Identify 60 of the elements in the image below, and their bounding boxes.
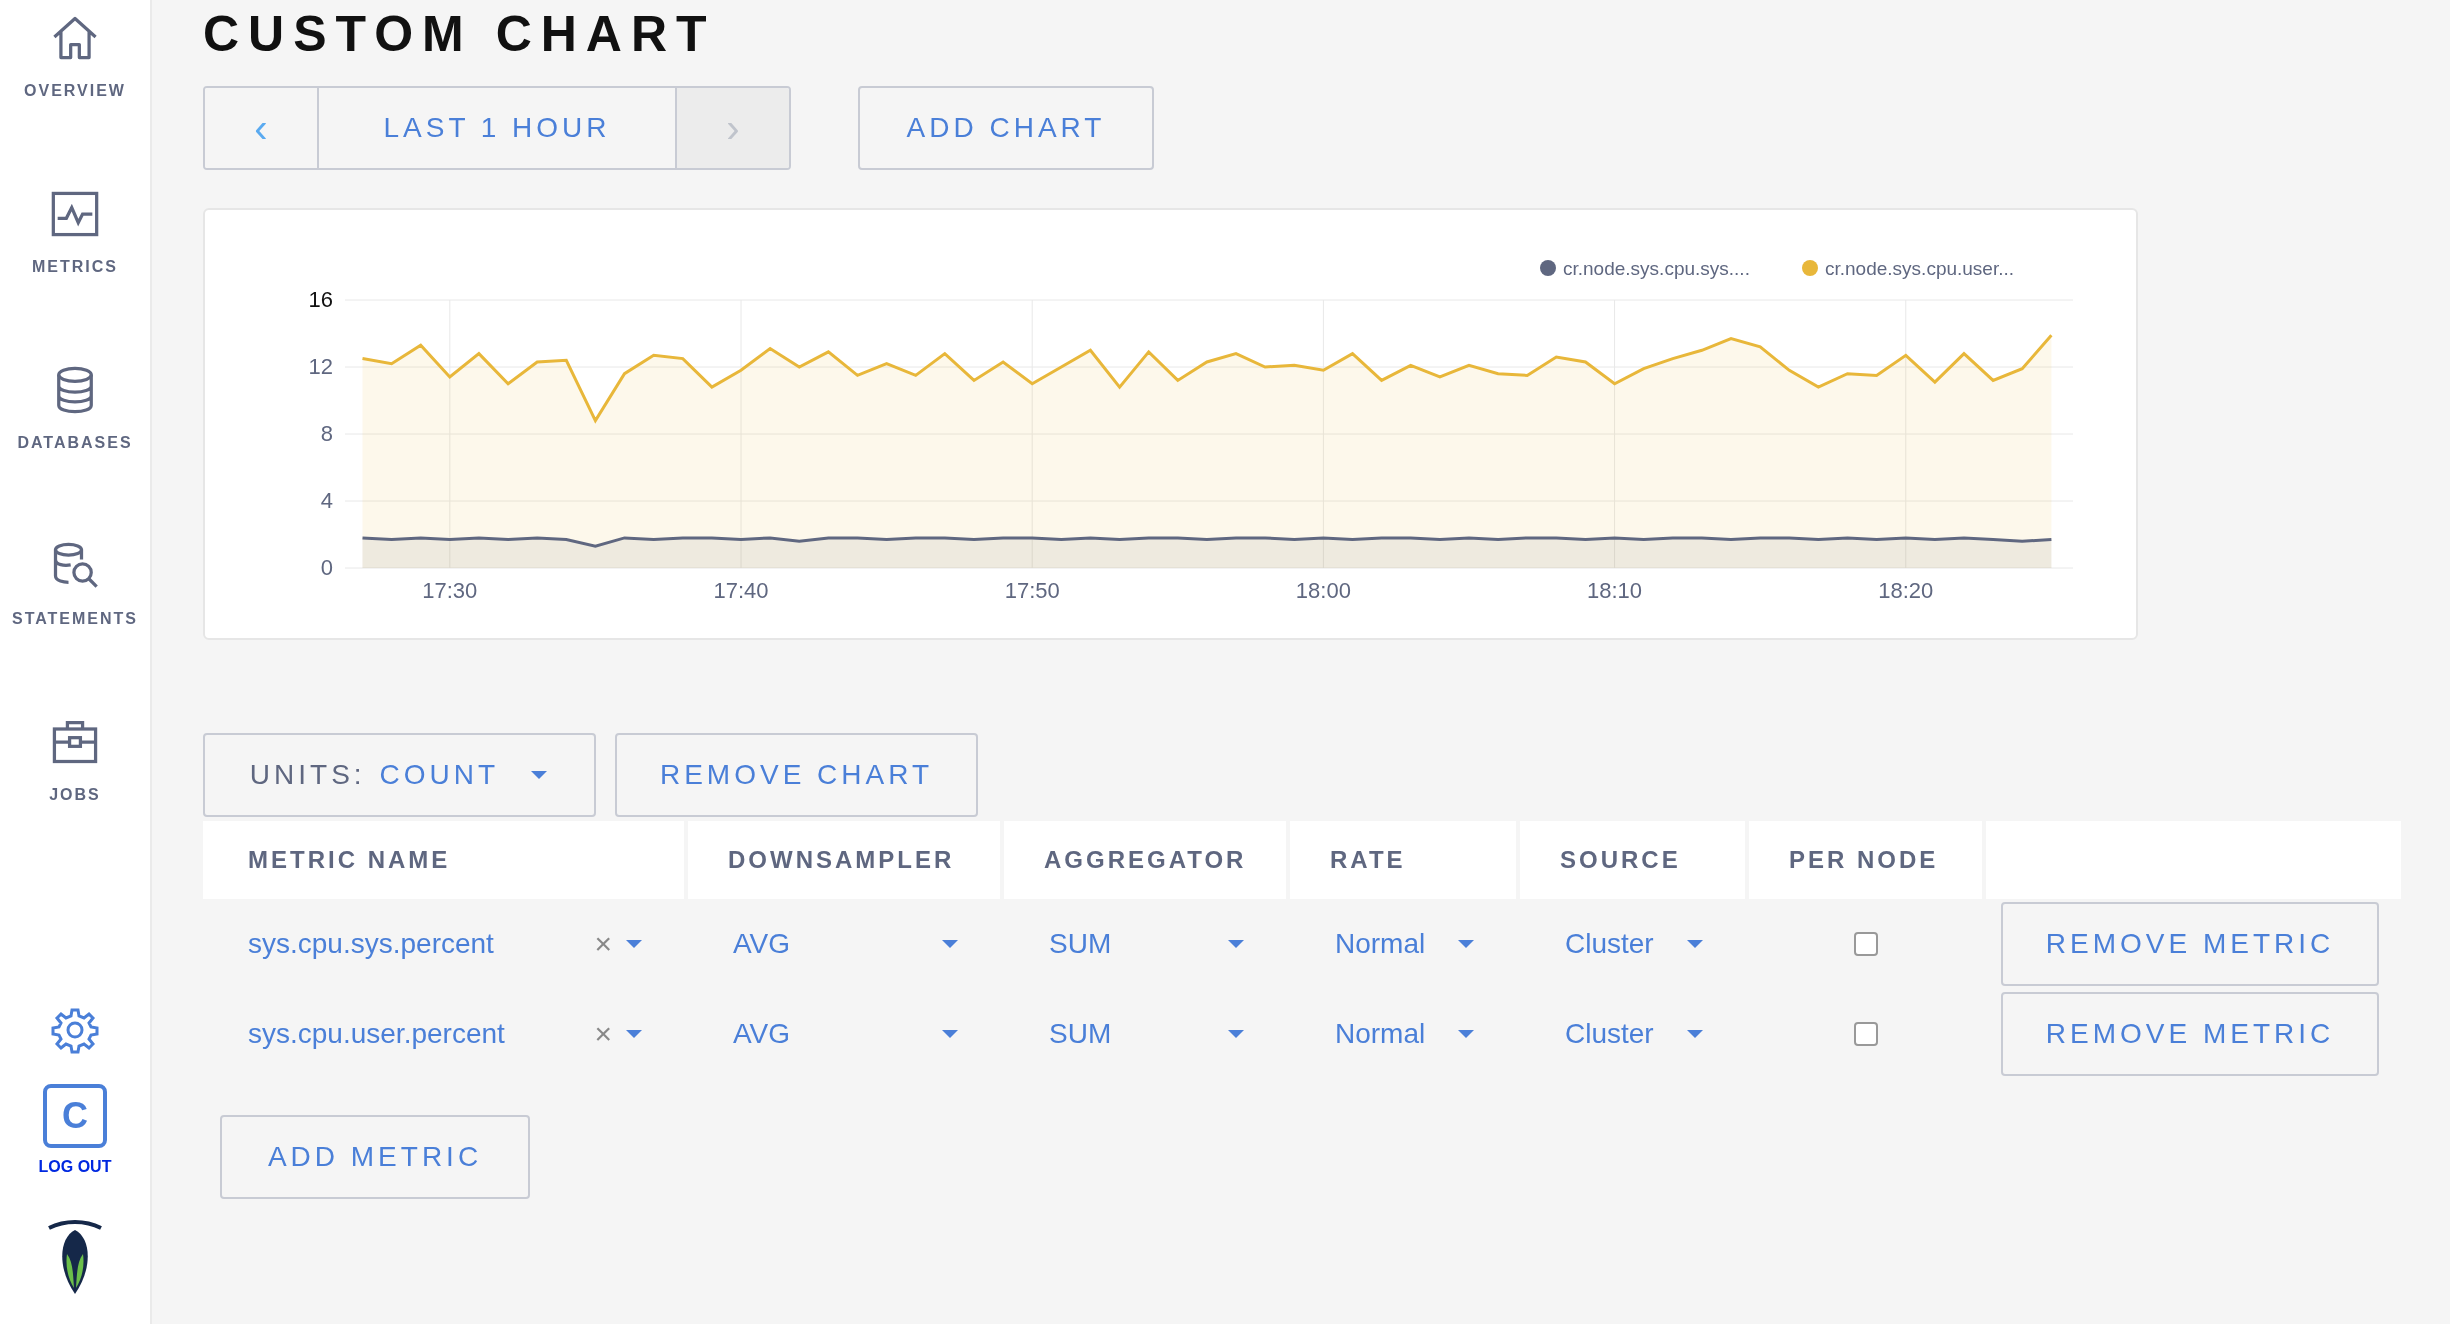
per-node-checkbox[interactable] xyxy=(1853,932,1878,956)
downsampler-dropdown[interactable]: AVG xyxy=(688,992,1000,1076)
legend-label: cr.node.sys.cpu.sys.... xyxy=(1563,258,1750,279)
nav-item[interactable]: METRICS xyxy=(32,188,118,364)
aggregator-dropdown[interactable]: SUM xyxy=(1004,902,1286,986)
rate-dropdown[interactable]: Normal xyxy=(1290,992,1516,1076)
x-axis-label: 18:20 xyxy=(1878,578,1934,603)
caret-icon xyxy=(1685,938,1705,950)
x-axis-label: 17:50 xyxy=(1004,578,1060,603)
clear-icon[interactable]: × xyxy=(594,927,612,961)
caret-icon xyxy=(529,769,550,781)
page-title: CUSTOM CHART xyxy=(203,5,717,64)
column-header: AGGREGATOR xyxy=(1004,821,1286,899)
column-header: METRIC NAME xyxy=(203,821,684,899)
nav-item[interactable]: OVERVIEW xyxy=(24,12,126,188)
per-node-checkbox[interactable] xyxy=(1853,1022,1878,1046)
time-range-button[interactable]: LAST 1 HOUR xyxy=(317,88,677,168)
caret-icon xyxy=(1456,938,1476,950)
units-dropdown[interactable]: UNITS: COUNT xyxy=(203,733,596,817)
y-axis-label: 12 xyxy=(308,354,333,379)
caret-icon[interactable] xyxy=(624,938,644,950)
x-axis-label: 18:10 xyxy=(1587,578,1643,603)
source-dropdown[interactable]: Cluster xyxy=(1520,992,1745,1076)
x-axis-label: 17:40 xyxy=(713,578,769,603)
legend-label: cr.node.sys.cpu.user... xyxy=(1825,258,2015,279)
remove-chart-button[interactable]: REMOVE CHART xyxy=(615,733,978,817)
y-axis-label: 4 xyxy=(320,488,333,513)
remove-metric-button[interactable]: REMOVE METRIC xyxy=(2001,902,2379,986)
rate-dropdown[interactable]: Normal xyxy=(1290,902,1516,986)
metric-name-value[interactable]: sys.cpu.sys.percent xyxy=(248,928,595,960)
caret-icon xyxy=(1456,1028,1476,1040)
column-header: DOWNSAMPLER xyxy=(688,821,1000,899)
column-header: SOURCE xyxy=(1520,821,1745,899)
nav-item[interactable]: JOBS xyxy=(49,716,101,892)
metric-name-value[interactable]: sys.cpu.user.percent xyxy=(248,1018,595,1050)
user-avatar[interactable]: C xyxy=(43,1084,107,1148)
downsampler-dropdown[interactable]: AVG xyxy=(688,902,1000,986)
caret-icon xyxy=(1685,1028,1705,1040)
y-axis-label: 16 xyxy=(308,287,333,312)
remove-metric-button[interactable]: REMOVE METRIC xyxy=(2001,992,2379,1076)
y-axis-label: 8 xyxy=(320,421,333,446)
column-header: PER NODE xyxy=(1749,821,1982,899)
settings-icon[interactable] xyxy=(51,1006,99,1054)
x-axis-label: 18:00 xyxy=(1295,578,1351,603)
add-chart-button[interactable]: ADD CHART xyxy=(858,86,1154,170)
add-metric-button[interactable]: ADD METRIC xyxy=(220,1115,530,1199)
caret-icon xyxy=(940,1028,960,1040)
caret-icon xyxy=(1226,938,1246,950)
nav-item[interactable]: DATABASES xyxy=(17,364,133,540)
caret-icon[interactable] xyxy=(624,1028,644,1040)
column-header: RATE xyxy=(1290,821,1516,899)
logout-link[interactable]: LOG OUT xyxy=(38,1158,112,1176)
nav-item[interactable]: STATEMENTS xyxy=(11,540,139,716)
aggregator-dropdown[interactable]: SUM xyxy=(1004,992,1286,1076)
caret-icon xyxy=(940,938,960,950)
caret-icon xyxy=(1226,1028,1246,1040)
clear-icon[interactable]: × xyxy=(594,1017,612,1051)
source-dropdown[interactable]: Cluster xyxy=(1520,902,1745,986)
y-axis-label: 0 xyxy=(320,555,333,580)
x-axis-label: 17:30 xyxy=(422,578,478,603)
